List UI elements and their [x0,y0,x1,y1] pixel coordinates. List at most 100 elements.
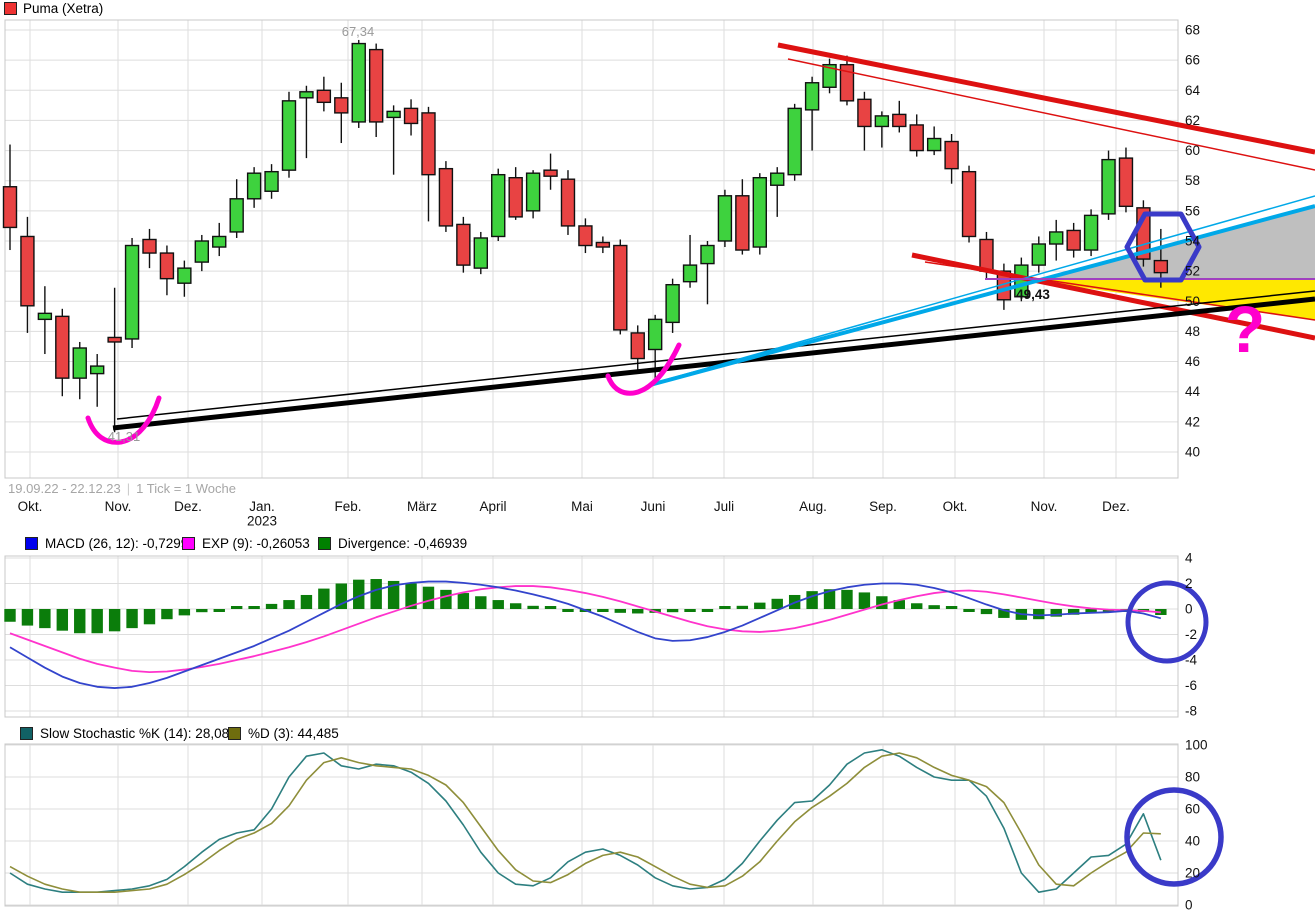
stochastic-panel: 020406080100 [5,738,1221,913]
chart-header: Puma (Xetra) [4,1,103,16]
divergence-bar [458,593,469,609]
divergence-legend-label: Divergence: -0,46939 [338,536,467,551]
candle [753,178,766,247]
divergence-bar [806,591,817,609]
series-swatch-icon [4,2,17,15]
macd-legend-item: MACD (26, 12): -0,72992 [25,536,196,551]
divergence-bar [667,609,678,612]
candle [317,90,330,102]
y-axis-label: 48 [1185,324,1200,339]
y-axis-label: 58 [1185,173,1200,188]
divergence-bar [248,606,259,609]
divergence-bar [179,609,190,615]
resistance-red-thick [778,45,1315,152]
candle [38,313,51,319]
divergence-bar [510,603,521,609]
candle [561,179,574,226]
exp-line [10,586,1161,672]
y-axis-label: 52 [1185,264,1200,279]
y-axis-label: 62 [1185,113,1200,128]
candle [230,199,243,232]
candle [91,366,104,374]
divergence-bar [161,609,172,619]
candle [4,187,17,228]
stoch-k-legend-item: Slow Stochastic %K (14): 28,084 [20,726,237,741]
divergence-bar [562,609,573,612]
stoch-highlight-circle [1127,790,1221,884]
macd-legend: MACD (26, 12): -0,72992 EXP (9): -0,2605… [0,536,1315,551]
chart-canvas: 67,3441,3149,43?404244464850525456586062… [0,0,1315,918]
candle [457,224,470,265]
candle [649,319,662,349]
divergence-bar [370,579,381,609]
stoch-k-line [10,750,1161,892]
candle [282,101,295,170]
y-axis-label: 0 [1185,602,1193,617]
divergence-bar [318,589,329,609]
candle [788,108,801,174]
footer-date-range: 19.09.22 - 22.12.23 [8,481,121,496]
divergence-bar [196,609,207,612]
candle [56,316,69,378]
month-label: Mai [571,499,593,514]
stochastic-legend: Slow Stochastic %K (14): 28,084 %D (3): … [0,726,1315,741]
candle [579,226,592,246]
candle [143,239,156,253]
divergence-bar [981,609,992,614]
candle [248,173,261,199]
candle [492,175,505,237]
candle [509,178,522,217]
month-label: Okt. [18,499,43,514]
divergence-bar [772,599,783,609]
footer-separator: | [127,481,130,496]
divergence-bar [57,609,68,631]
divergence-bar [702,609,713,612]
footer-tick-info: 1 Tick = 1 Woche [136,481,236,496]
divergence-bar [144,609,155,624]
candle [1154,261,1167,273]
divergence-bar [109,609,120,631]
candle [108,337,121,342]
candle [474,238,487,268]
divergence-bar [684,609,695,612]
divergence-bar [39,609,50,628]
divergence-bar [283,600,294,609]
divergence-bar [859,592,870,609]
divergence-bar [74,609,85,633]
y-axis-label: 68 [1185,23,1200,38]
stoch-k-legend-label: Slow Stochastic %K (14): 28,084 [40,726,237,741]
y-axis-label: 20 [1185,866,1200,881]
candle [405,108,418,123]
candle [631,333,644,359]
candle [126,246,139,339]
y-axis-label: 64 [1185,83,1201,98]
month-label: Dez. [1102,499,1130,514]
y-axis-label: 56 [1185,203,1200,218]
candle [439,169,452,226]
candle [963,172,976,237]
candle [893,114,906,126]
y-axis-label: 80 [1185,770,1200,785]
divergence-legend-item: Divergence: -0,46939 [318,536,467,551]
candle [265,172,278,192]
y-axis-label: 60 [1185,143,1200,158]
candle [980,239,993,271]
divergence-bar [493,600,504,609]
divergence-bar [928,605,939,609]
candle [1119,158,1132,206]
divergence-bar [946,606,957,609]
divergence-bar [231,606,242,609]
high-label: 67,34 [342,24,375,39]
support-black-thin [117,291,1315,419]
month-label: Feb. [334,499,361,514]
month-label: Juli [714,499,734,514]
candle [213,236,226,247]
month-label: April [479,499,506,514]
stoch-d-legend-label: %D (3): 44,485 [248,726,339,741]
divergence-bar [545,606,556,609]
y-axis-label: -6 [1185,678,1197,693]
candle [1085,215,1098,250]
candle [1032,244,1045,265]
candle [527,173,540,211]
candle [300,92,313,98]
